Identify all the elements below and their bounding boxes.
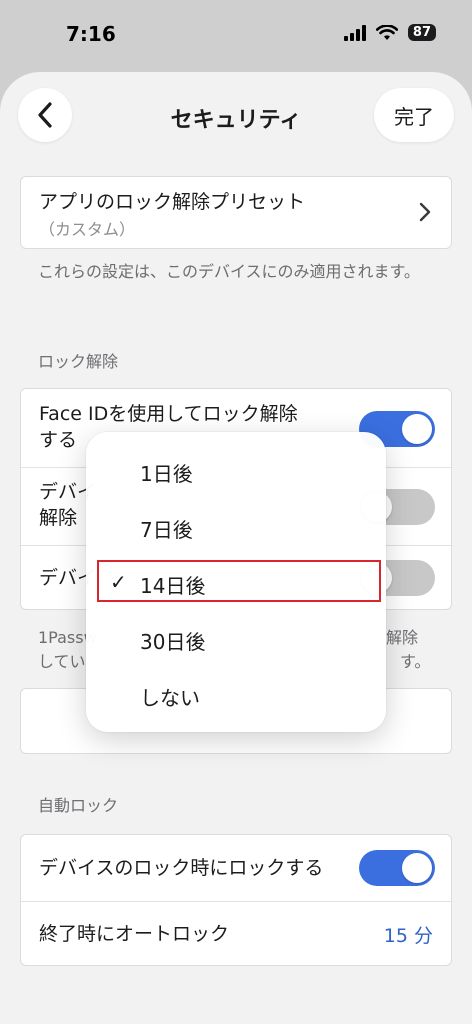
chevron-right-icon [419,202,431,222]
menu-item-7-days[interactable]: 7日後 [140,514,193,543]
done-button[interactable]: 完了 [374,88,454,142]
face-id-unlock-label-2: する [39,429,78,451]
lock-on-device-lock-toggle[interactable] [359,850,435,886]
menu-item-never[interactable]: しない [140,682,200,711]
menu-item-30-days[interactable]: 30日後 [140,626,205,655]
autolock-on-quit-row[interactable]: 終了時にオートロック 15 分 [21,901,451,967]
face-id-unlock-label-1: Face IDを使用してロック解除 [39,403,298,425]
status-bar: 7:16 87 [0,0,472,70]
lock-on-device-lock-label: デバイスのロック時にロックする [39,857,324,879]
cellular-signal-icon [343,24,366,41]
unlock-preset-subtitle: （カスタム） [39,220,136,239]
device-only-note: これらの設定は、このデバイスにのみ適用されます。 [38,262,420,281]
unlock-note-line2-start: してい [38,652,86,671]
status-icons: 87 [343,24,436,41]
autolock-on-quit-value[interactable]: 15 分 [384,921,433,948]
device-unlock-label-2: 解除 [39,507,78,529]
battery-indicator: 87 [407,24,436,41]
unlock-preset-title: アプリのロック解除プリセット [39,191,306,213]
status-time: 7:16 [66,22,116,46]
menu-item-1-day[interactable]: 1日後 [140,458,193,487]
unlock-preset-row[interactable]: アプリのロック解除プリセット （カスタム） [20,176,452,249]
unlock-note-end: 解除 [386,628,419,647]
unlock-note-line2-end: す。 [400,652,431,671]
unlock-section-header: ロック解除 [38,352,119,371]
autolock-on-quit-label: 終了時にオートロック [39,923,230,945]
selection-highlight-box [97,560,381,602]
autolock-section-header: 自動ロック [38,796,119,815]
autolock-card: デバイスのロック時にロックする 終了時にオートロック 15 分 [20,834,452,966]
wifi-icon [375,24,398,40]
lock-on-device-lock-row[interactable]: デバイスのロック時にロックする [21,835,451,901]
